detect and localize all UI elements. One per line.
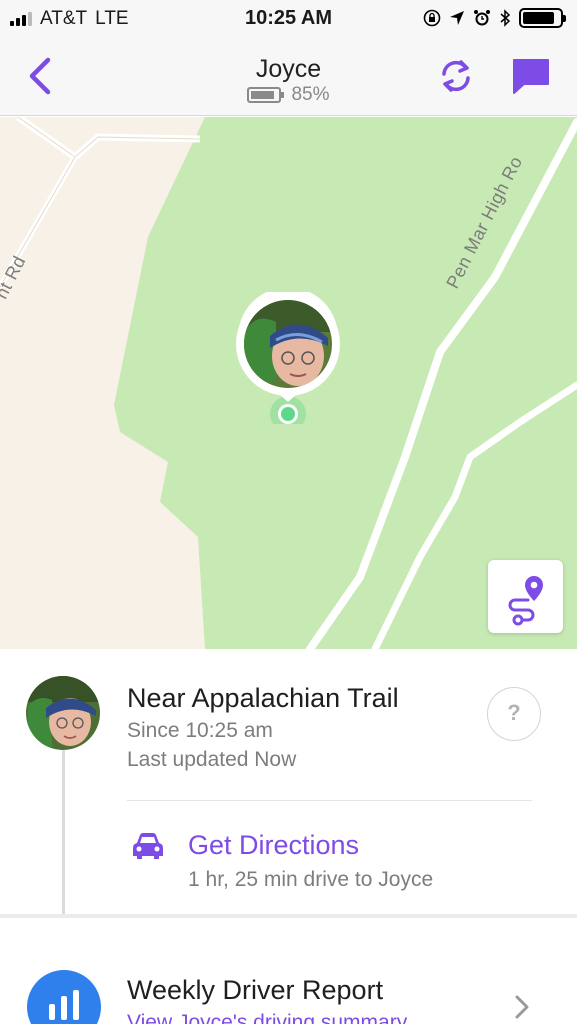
member-battery-percent: 85% — [291, 84, 330, 105]
message-icon[interactable] — [510, 56, 552, 96]
map-view[interactable]: Pen Mar High Ro nt Rd — [0, 117, 577, 649]
bluetooth-icon — [500, 9, 511, 27]
location-detail-panel: Near Appalachian Trail Since 10:25 am La… — [0, 649, 577, 916]
place-name: Near Appalachian Trail — [127, 683, 399, 713]
member-battery-icon — [247, 87, 285, 103]
get-directions-link[interactable]: Get Directions — [188, 830, 359, 861]
status-icons — [423, 8, 566, 28]
location-history-button[interactable] — [488, 560, 563, 633]
last-updated: Last updated Now — [127, 748, 297, 771]
location-arrow-icon — [450, 11, 464, 25]
timeline-line — [62, 741, 65, 916]
member-name-title: Joyce — [255, 55, 322, 83]
help-button[interactable]: ? — [487, 687, 541, 741]
battery-icon — [519, 8, 566, 28]
member-avatar[interactable] — [26, 676, 100, 750]
report-summary-link[interactable]: View Joyce's driving summary — [127, 1011, 407, 1024]
member-battery-status: 85% — [0, 84, 577, 106]
report-chart-icon — [27, 970, 101, 1024]
weekly-driver-report-card[interactable]: Weekly Driver Report View Joyce's drivin… — [0, 918, 577, 1024]
alarm-icon — [474, 10, 490, 26]
refresh-icon[interactable] — [436, 58, 476, 94]
car-icon — [133, 833, 163, 859]
route-history-icon — [508, 576, 543, 626]
orientation-lock-icon — [423, 9, 441, 27]
chevron-right-icon[interactable] — [512, 994, 532, 1020]
since-time: Since 10:25 am — [127, 719, 273, 742]
member-location-pin[interactable] — [236, 292, 342, 424]
divider — [127, 800, 532, 801]
status-bar: AT&T LTE 10:25 AM — [0, 0, 577, 38]
bar-chart-icon — [49, 990, 79, 1020]
navigation-bar: Joyce 85% — [0, 38, 577, 116]
report-title: Weekly Driver Report — [127, 975, 384, 1005]
drive-time-info: 1 hr, 25 min drive to Joyce — [188, 868, 434, 891]
